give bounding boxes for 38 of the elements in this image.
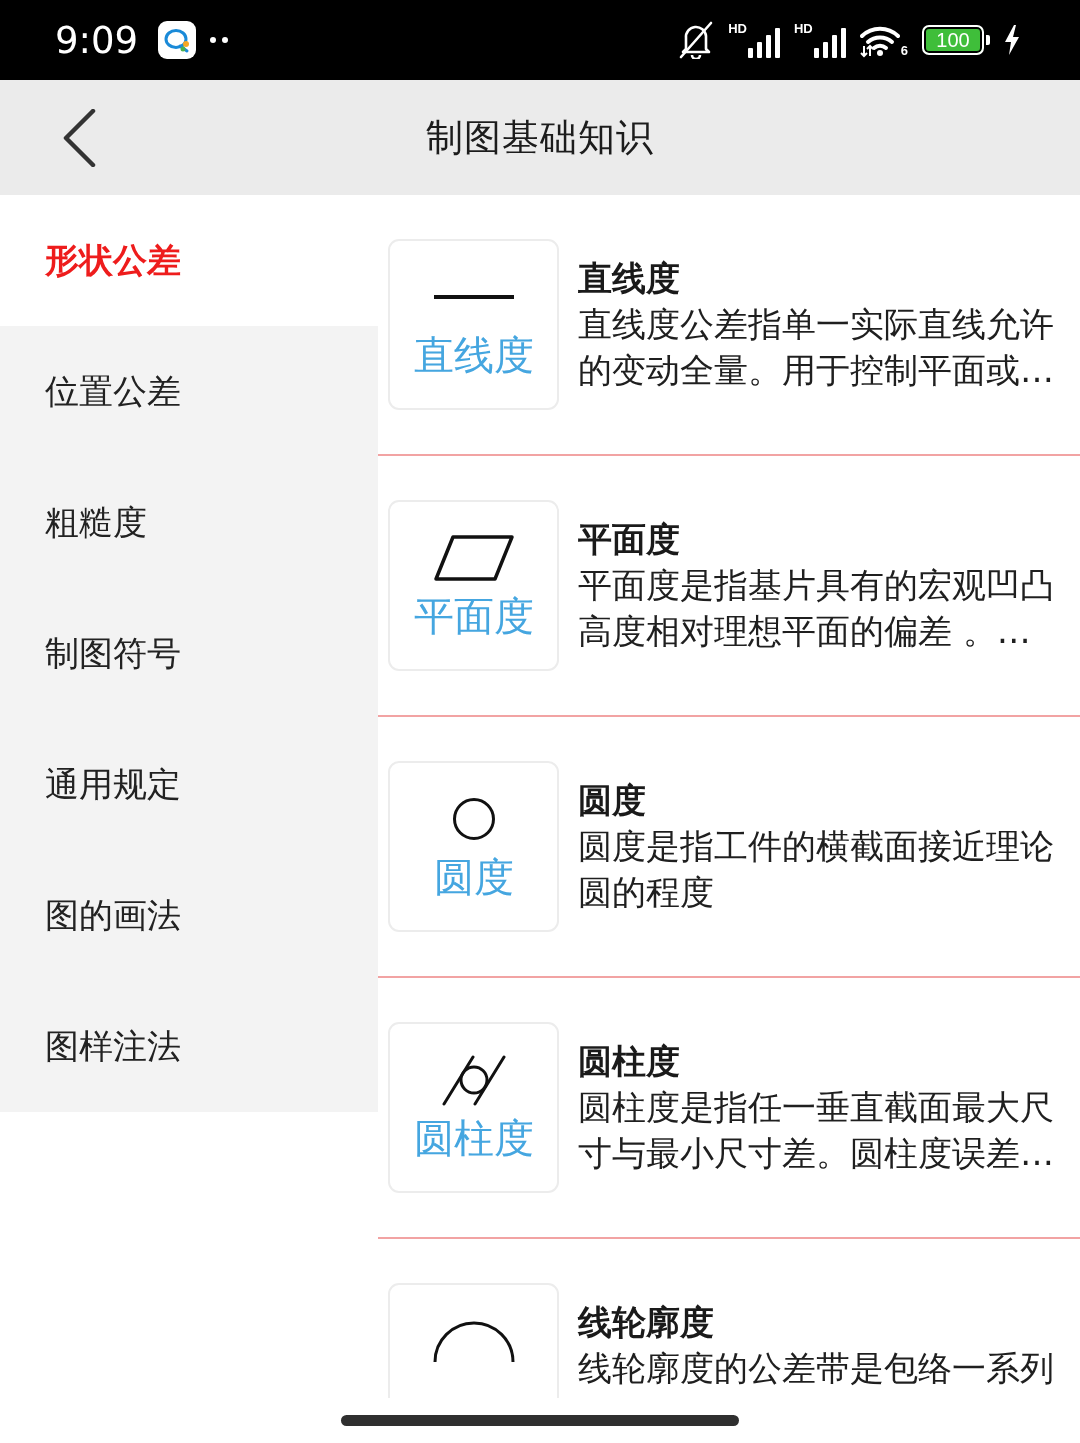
- topic-description: 圆度是指工件的横截面接近理论圆的程度: [578, 825, 1055, 914]
- page-title: 制图基础知识: [426, 114, 654, 161]
- muted-bell-icon: [678, 21, 715, 59]
- category-tab[interactable]: 位置公差: [0, 326, 378, 457]
- signal-bars-icon: [748, 28, 780, 58]
- charging-bolt-icon: [1004, 25, 1020, 55]
- network-type-label: HD: [794, 22, 813, 36]
- topic-description: 线轮廓度的公差带是包络一系列: [578, 1347, 1055, 1390]
- topic-description: 平面度是指基片具有的宏观凹凸高度相对理想平面的偏差 。…: [578, 564, 1055, 653]
- more-dots-icon: [210, 37, 229, 43]
- circle-between-slashes-icon: [441, 1054, 506, 1106]
- arc-icon: [432, 1319, 515, 1363]
- category-tab[interactable]: 制图符号: [0, 588, 378, 719]
- clock-time: 9:09: [55, 18, 139, 62]
- signal-bars-icon: [813, 28, 846, 58]
- chat-app-icon: [158, 21, 197, 59]
- topic-title: 圆柱度: [578, 1040, 681, 1083]
- network-type-label: HD: [728, 22, 747, 36]
- symbol-label: 圆柱度: [413, 1114, 534, 1162]
- symbol-label: 直线度: [413, 331, 534, 379]
- topic-title: 圆度: [578, 779, 647, 822]
- category-tab[interactable]: 通用规定: [0, 719, 378, 850]
- category-tab[interactable]: 图的画法: [0, 850, 378, 981]
- category-tab[interactable]: 图样注法: [0, 981, 378, 1112]
- back-icon: [62, 108, 96, 167]
- symbol-label: 圆度: [433, 853, 514, 901]
- topic-title: 线轮廓度: [578, 1301, 715, 1344]
- wifi-icon: [859, 24, 900, 58]
- circle-icon: [451, 797, 496, 841]
- symbol-label: 平面度: [413, 592, 534, 640]
- topic-title: 平面度: [578, 518, 681, 561]
- battery-indicator: 100: [922, 25, 990, 55]
- topic-description: 直线度公差指单一实际直线允许的变动全量。用于控制平面或…: [578, 303, 1055, 392]
- topic-description: 圆柱度是指任一垂直截面最大尺寸与最小尺寸差。圆柱度误差…: [578, 1086, 1055, 1175]
- parallelogram-icon: [433, 535, 514, 581]
- wifi-standard-label: 6: [900, 44, 908, 58]
- topic-title: 直线度: [578, 257, 681, 300]
- category-tab[interactable]: 粗糙度: [0, 457, 378, 588]
